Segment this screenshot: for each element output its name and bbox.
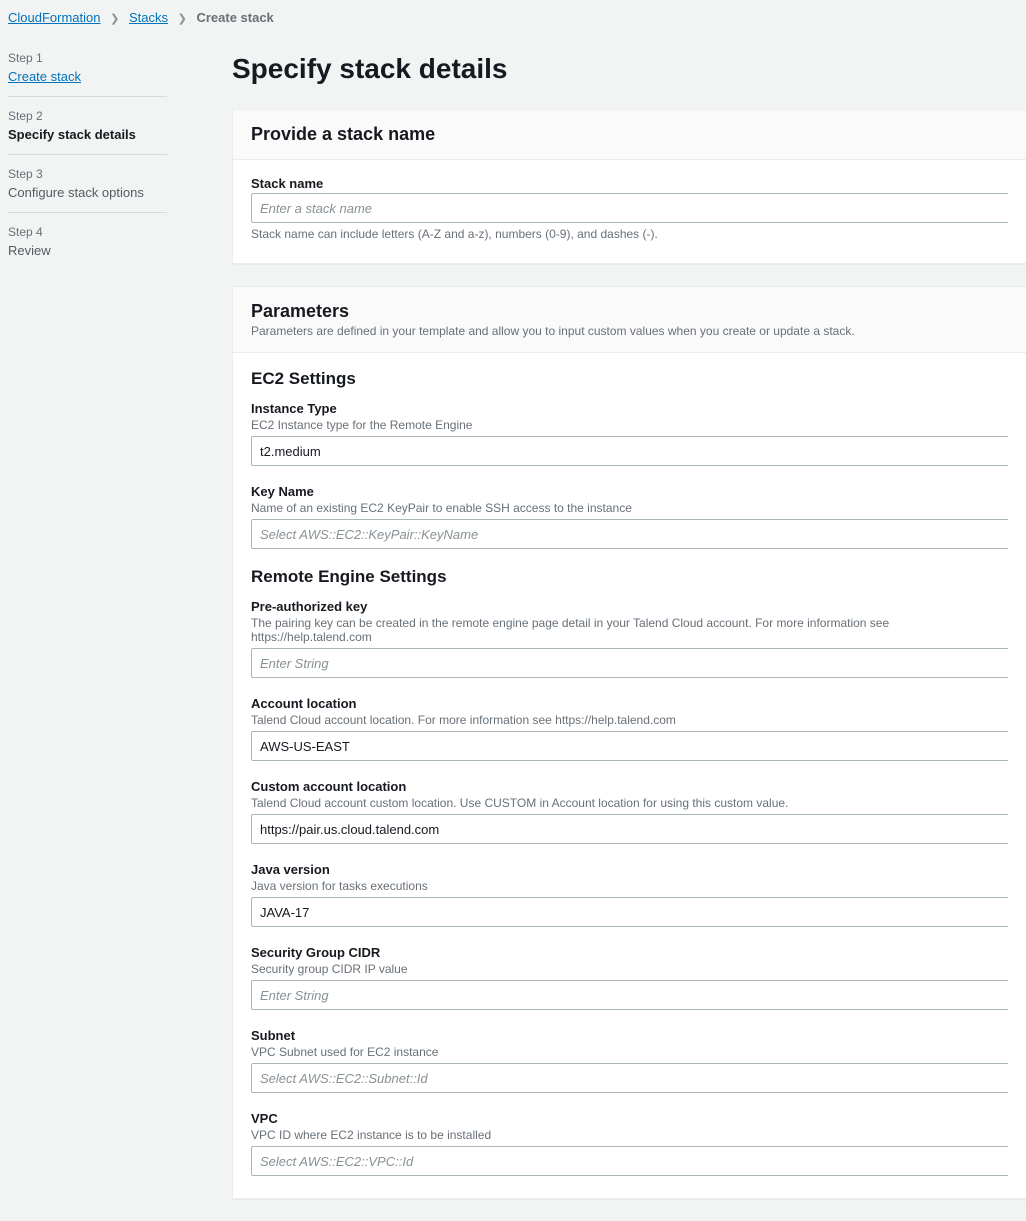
- step-2: Step 2 Specify stack details: [8, 97, 167, 155]
- wizard-steps: Step 1 Create stack Step 2 Specify stack…: [0, 41, 175, 270]
- security-group-cidr-input[interactable]: [251, 980, 1008, 1010]
- field-label: Key Name: [251, 484, 1008, 499]
- page-title: Specify stack details: [232, 53, 1026, 85]
- step-label: Step 2: [8, 109, 167, 123]
- panel-header: Provide a stack name: [233, 110, 1026, 160]
- step-3: Step 3 Configure stack options: [8, 155, 167, 213]
- field-label: Account location: [251, 696, 1008, 711]
- field-desc: Talend Cloud account custom location. Us…: [251, 796, 1008, 810]
- section-remote-engine-settings: Remote Engine Settings: [251, 567, 1008, 587]
- field-desc: VPC ID where EC2 instance is to be insta…: [251, 1128, 1008, 1142]
- field-desc: Name of an existing EC2 KeyPair to enabl…: [251, 501, 1008, 515]
- step-label: Step 3: [8, 167, 167, 181]
- field-java-version: Java version Java version for tasks exec…: [251, 862, 1008, 927]
- select-value: JAVA-17: [260, 905, 309, 920]
- panel-parameters: Parameters Parameters are defined in you…: [232, 286, 1026, 1199]
- step-4: Step 4 Review: [8, 213, 167, 270]
- field-label: Subnet: [251, 1028, 1008, 1043]
- custom-account-location-input[interactable]: [251, 814, 1008, 844]
- select-placeholder: Select AWS::EC2::KeyPair::KeyName: [260, 527, 478, 542]
- field-help: Stack name can include letters (A-Z and …: [251, 227, 1008, 241]
- field-desc: Java version for tasks executions: [251, 879, 1008, 893]
- field-account-location: Account location Talend Cloud account lo…: [251, 696, 1008, 761]
- field-pre-authorized-key: Pre-authorized key The pairing key can b…: [251, 599, 1008, 678]
- account-location-select[interactable]: AWS-US-EAST: [251, 731, 1008, 761]
- java-version-select[interactable]: JAVA-17: [251, 897, 1008, 927]
- breadcrumb-current: Create stack: [196, 10, 273, 25]
- panel-title: Provide a stack name: [251, 124, 1008, 145]
- subnet-select[interactable]: Select AWS::EC2::Subnet::Id: [251, 1063, 1008, 1093]
- breadcrumb: CloudFormation ❯ Stacks ❯ Create stack: [0, 0, 1026, 41]
- field-security-group-cidr: Security Group CIDR Security group CIDR …: [251, 945, 1008, 1010]
- field-instance-type: Instance Type EC2 Instance type for the …: [251, 401, 1008, 466]
- step-1[interactable]: Step 1 Create stack: [8, 45, 167, 97]
- step-name: Specify stack details: [8, 127, 167, 142]
- panel-header: Parameters Parameters are defined in you…: [233, 287, 1026, 353]
- field-label: Security Group CIDR: [251, 945, 1008, 960]
- step-name: Review: [8, 243, 167, 258]
- field-subnet: Subnet VPC Subnet used for EC2 instance …: [251, 1028, 1008, 1093]
- field-label: Instance Type: [251, 401, 1008, 416]
- select-placeholder: Select AWS::EC2::Subnet::Id: [260, 1071, 428, 1086]
- section-ec2-settings: EC2 Settings: [251, 369, 1008, 389]
- field-label: Stack name: [251, 176, 1008, 191]
- vpc-select[interactable]: Select AWS::EC2::VPC::Id: [251, 1146, 1008, 1176]
- field-label: VPC: [251, 1111, 1008, 1126]
- panel-desc: Parameters are defined in your template …: [251, 324, 1008, 338]
- key-name-select[interactable]: Select AWS::EC2::KeyPair::KeyName: [251, 519, 1008, 549]
- pre-authorized-key-input[interactable]: [251, 648, 1008, 678]
- field-desc: EC2 Instance type for the Remote Engine: [251, 418, 1008, 432]
- stack-name-input[interactable]: [251, 193, 1008, 223]
- step-name[interactable]: Create stack: [8, 69, 167, 84]
- chevron-right-icon: ❯: [110, 12, 119, 25]
- select-placeholder: Select AWS::EC2::VPC::Id: [260, 1154, 413, 1169]
- field-desc: VPC Subnet used for EC2 instance: [251, 1045, 1008, 1059]
- step-label: Step 1: [8, 51, 167, 65]
- field-label: Java version: [251, 862, 1008, 877]
- instance-type-select[interactable]: t2.medium: [251, 436, 1008, 466]
- step-name: Configure stack options: [8, 185, 167, 200]
- field-custom-account-location: Custom account location Talend Cloud acc…: [251, 779, 1008, 844]
- select-value: AWS-US-EAST: [260, 739, 350, 754]
- step-label: Step 4: [8, 225, 167, 239]
- panel-stack-name: Provide a stack name Stack name Stack na…: [232, 109, 1026, 264]
- field-desc: The pairing key can be created in the re…: [251, 616, 1008, 644]
- field-desc: Security group CIDR IP value: [251, 962, 1008, 976]
- field-label: Custom account location: [251, 779, 1008, 794]
- field-stack-name: Stack name Stack name can include letter…: [251, 176, 1008, 241]
- chevron-right-icon: ❯: [178, 12, 187, 25]
- field-label: Pre-authorized key: [251, 599, 1008, 614]
- breadcrumb-cloudformation[interactable]: CloudFormation: [8, 10, 101, 25]
- select-value: t2.medium: [260, 444, 321, 459]
- field-vpc: VPC VPC ID where EC2 instance is to be i…: [251, 1111, 1008, 1176]
- panel-title: Parameters: [251, 301, 1008, 322]
- field-key-name: Key Name Name of an existing EC2 KeyPair…: [251, 484, 1008, 549]
- breadcrumb-stacks[interactable]: Stacks: [129, 10, 168, 25]
- field-desc: Talend Cloud account location. For more …: [251, 713, 1008, 727]
